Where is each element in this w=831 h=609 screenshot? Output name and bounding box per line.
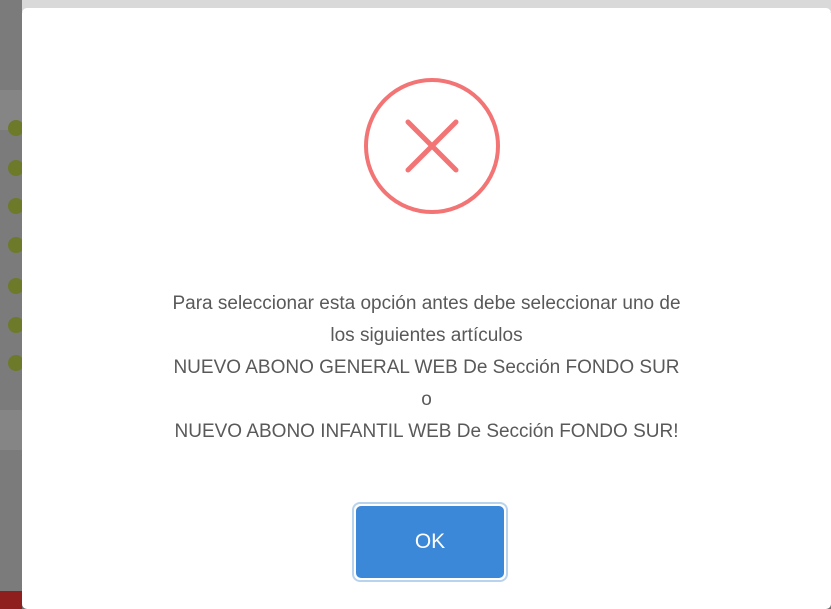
message-line: los siguientes artículos	[330, 325, 523, 346]
message-line: o	[421, 389, 432, 410]
ok-button-focus-ring: OK	[352, 502, 508, 582]
error-dialog: Para seleccionar esta opción antes debe …	[22, 8, 831, 609]
message-line: NUEVO ABONO GENERAL WEB De Sección FONDO…	[173, 357, 680, 378]
backdrop-left-strip	[0, 0, 24, 609]
dialog-message: Para seleccionar esta opción antes debe …	[42, 288, 811, 448]
error-x-icon	[364, 78, 500, 214]
ok-button[interactable]: OK	[356, 506, 504, 578]
message-line: Para seleccionar esta opción antes debe …	[172, 293, 681, 314]
backdrop-red-bar	[0, 591, 22, 609]
message-line: NUEVO ABONO INFANTIL WEB De Sección FOND…	[174, 421, 679, 442]
backdrop-row	[0, 410, 22, 450]
